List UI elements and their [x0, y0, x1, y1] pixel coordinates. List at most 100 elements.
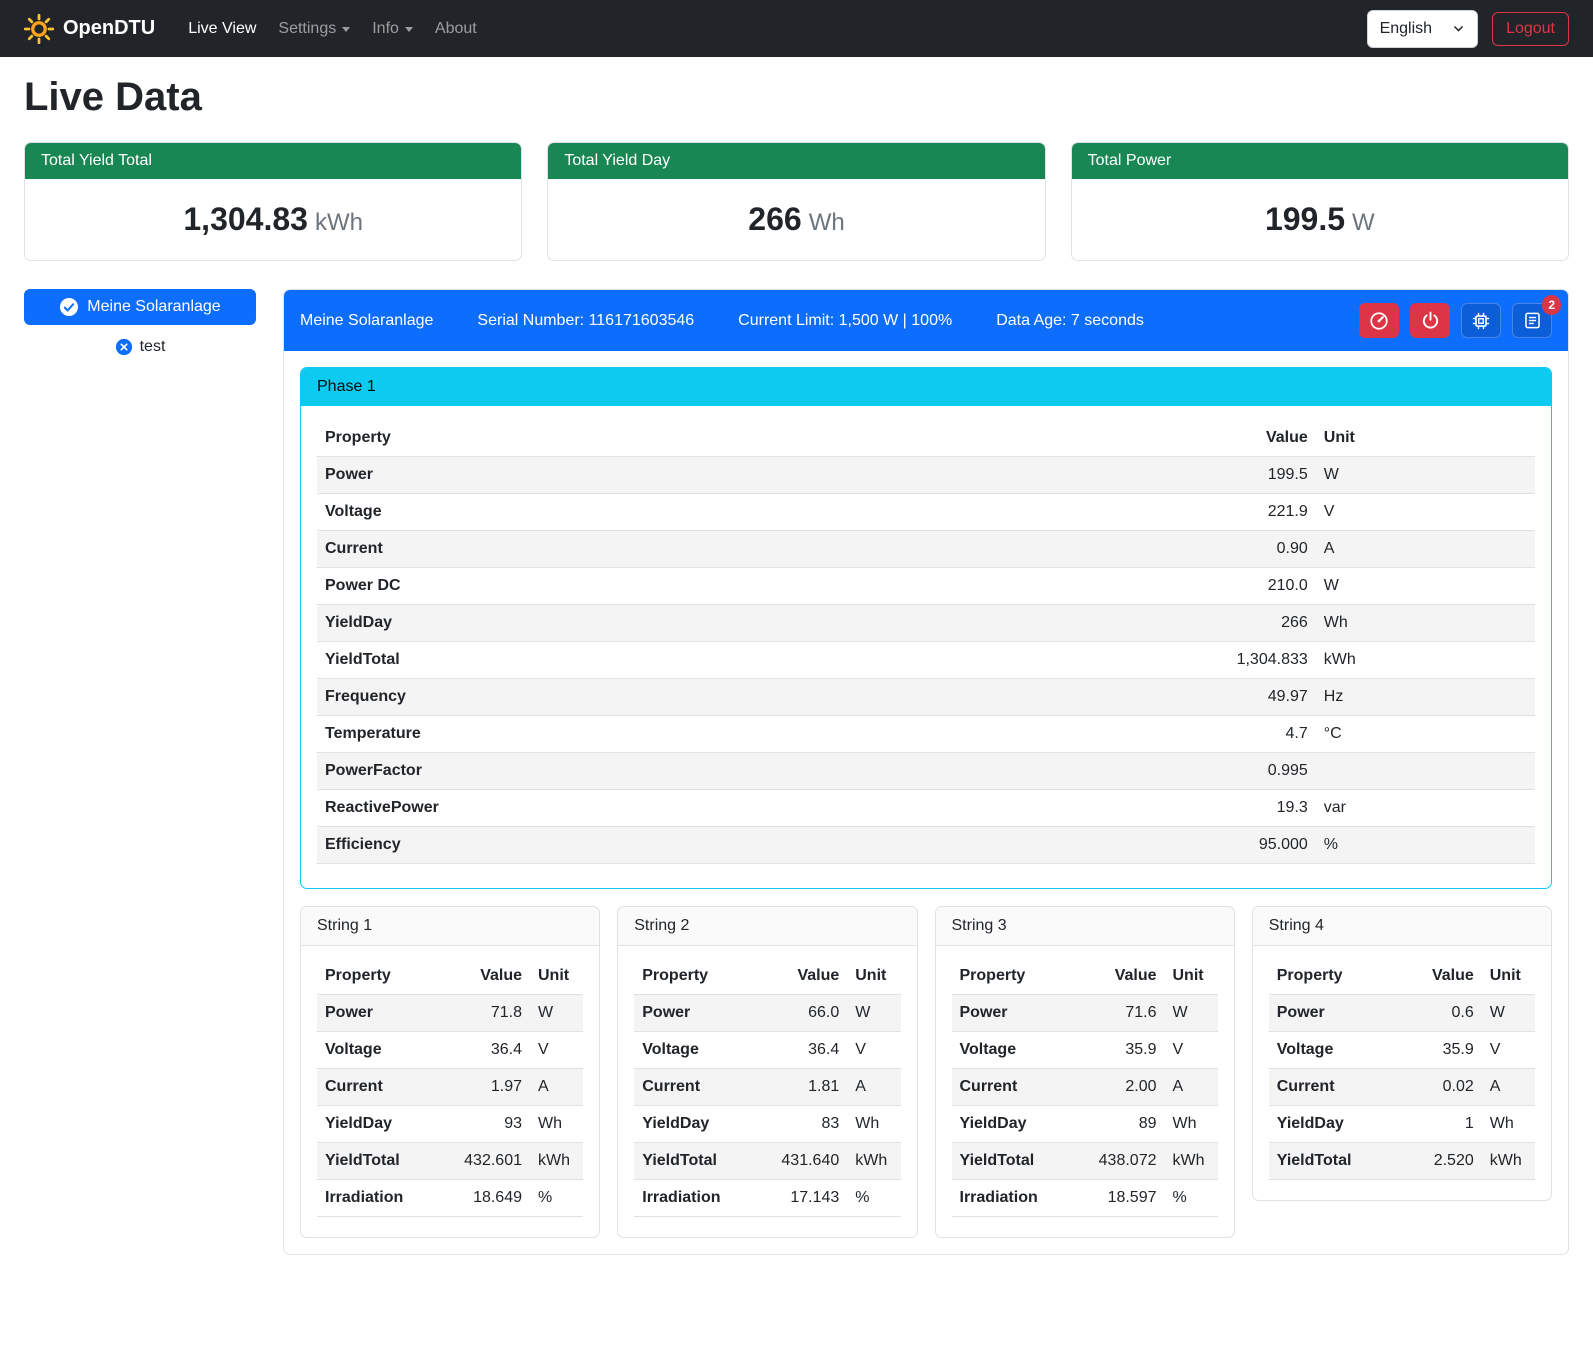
row-unit: kWh [1316, 642, 1535, 679]
table-row: YieldTotal 431.640 kWh [634, 1143, 900, 1180]
nav-settings[interactable]: Settings [267, 12, 361, 46]
language-value: English [1380, 20, 1432, 38]
summary-card-body: 266Wh [548, 179, 1044, 260]
row-value: 0.995 [1145, 753, 1316, 790]
table-row: Irradiation 18.649 % [317, 1180, 583, 1217]
row-value: 89 [1085, 1106, 1165, 1143]
string-card-4: String 4 Property Value Unit [1252, 906, 1552, 1201]
brand[interactable]: OpenDTU [24, 14, 155, 44]
row-unit: Wh [1316, 605, 1535, 642]
table-row: Current 0.02 A [1269, 1069, 1535, 1106]
summary-card-body: 1,304.83kWh [25, 179, 521, 260]
row-property: Current [952, 1069, 1085, 1106]
row-unit: kWh [1165, 1143, 1218, 1180]
language-select[interactable]: English [1367, 10, 1478, 48]
row-unit: W [1165, 995, 1218, 1032]
main-row: Meine Solaranlage test Meine Solaranlage… [24, 289, 1569, 1255]
row-property: Current [634, 1069, 767, 1106]
row-value: 93 [450, 1106, 530, 1143]
row-property: ReactivePower [317, 790, 1145, 827]
table-header-row: Property Value Unit [1269, 958, 1535, 995]
string-card-body: Property Value Unit Power [936, 946, 1234, 1237]
row-value: 35.9 [1402, 1032, 1482, 1069]
phase-table-body: Power 199.5 W Voltage 221.9 V [317, 457, 1535, 864]
row-property: Irradiation [952, 1180, 1085, 1217]
row-value: 49.97 [1145, 679, 1316, 716]
row-property: Voltage [634, 1032, 767, 1069]
row-property: Voltage [952, 1032, 1085, 1069]
event-log-button[interactable]: 2 [1512, 303, 1552, 338]
phase-card-body: Property Value Unit Power [301, 406, 1551, 888]
row-property: YieldTotal [317, 1143, 450, 1180]
row-property: Power [634, 995, 767, 1032]
power-toggle-button[interactable] [1410, 303, 1450, 338]
row-property: YieldTotal [317, 642, 1145, 679]
sun-icon [24, 14, 54, 44]
row-value: 266 [1145, 605, 1316, 642]
string-card-body: Property Value Unit Power [301, 946, 599, 1237]
row-value: 35.9 [1085, 1032, 1165, 1069]
string-card-body: Property Value Unit Power [1253, 946, 1551, 1200]
row-value: 2.00 [1085, 1069, 1165, 1106]
string-card-title: String 1 [301, 907, 599, 946]
row-unit: % [1316, 827, 1535, 864]
row-unit: kWh [1482, 1143, 1535, 1180]
row-unit: V [1482, 1032, 1535, 1069]
col-property: Property [317, 420, 1145, 457]
limit-settings-button[interactable] [1359, 303, 1399, 338]
string-card-2: String 2 Property Value Unit [617, 906, 917, 1238]
chevron-down-icon [1452, 22, 1465, 35]
summary-card-body: 199.5W [1072, 179, 1568, 260]
row-property: YieldDay [1269, 1106, 1402, 1143]
inverter-serial: Serial Number: 116171603546 [477, 312, 694, 330]
chevron-down-icon [342, 27, 350, 32]
row-property: YieldTotal [1269, 1143, 1402, 1180]
row-property: Voltage [317, 494, 1145, 531]
col-unit: Unit [530, 958, 583, 995]
nav-live-view[interactable]: Live View [177, 12, 267, 46]
table-row: Current 1.81 A [634, 1069, 900, 1106]
brand-name: OpenDTU [63, 17, 155, 40]
row-value: 95.000 [1145, 827, 1316, 864]
row-property: Power [1269, 995, 1402, 1032]
row-value: 0.90 [1145, 531, 1316, 568]
table-row: Current 0.90 A [317, 531, 1535, 568]
row-value: 18.649 [450, 1180, 530, 1217]
table-row: YieldDay 93 Wh [317, 1106, 583, 1143]
inverter-actions: 2 [1359, 303, 1552, 338]
table-row: Efficiency 95.000 % [317, 827, 1535, 864]
col-property: Property [317, 958, 450, 995]
string-table-body: Power 66.0 W Voltage 36.4 V [634, 995, 900, 1217]
navbar-right: English Logout [1367, 10, 1569, 48]
inverter-limit: Current Limit: 1,500 W | 100% [738, 312, 952, 330]
col-value: Value [1145, 420, 1316, 457]
nav-info-label: Info [372, 20, 399, 38]
col-property: Property [952, 958, 1085, 995]
event-count-badge: 2 [1542, 295, 1561, 315]
string-card-title: String 4 [1253, 907, 1551, 946]
page-content: Live Data Total Yield Total 1,304.83kWh … [0, 57, 1593, 1279]
power-icon [1421, 311, 1440, 330]
row-property: PowerFactor [317, 753, 1145, 790]
inverter-button-test[interactable]: test [24, 338, 256, 356]
table-row: Irradiation 17.143 % [634, 1180, 900, 1217]
row-unit: W [530, 995, 583, 1032]
row-unit: Wh [1165, 1106, 1218, 1143]
table-header-row: Property Value Unit [952, 958, 1218, 995]
row-unit: Wh [530, 1106, 583, 1143]
row-unit: V [530, 1032, 583, 1069]
device-info-button[interactable] [1461, 303, 1501, 338]
string-card-body: Property Value Unit Power [618, 946, 916, 1237]
inverter-button-selected[interactable]: Meine Solaranlage [24, 289, 256, 325]
row-property: YieldDay [634, 1106, 767, 1143]
row-value: 1.97 [450, 1069, 530, 1106]
row-unit: W [847, 995, 900, 1032]
nav-about[interactable]: About [424, 12, 488, 46]
summary-unit: W [1352, 209, 1375, 236]
logout-button[interactable]: Logout [1492, 12, 1569, 46]
row-unit [1316, 753, 1535, 790]
row-unit: W [1316, 568, 1535, 605]
journal-icon [1523, 311, 1542, 330]
table-row: PowerFactor 0.995 [317, 753, 1535, 790]
nav-info[interactable]: Info [361, 12, 424, 46]
